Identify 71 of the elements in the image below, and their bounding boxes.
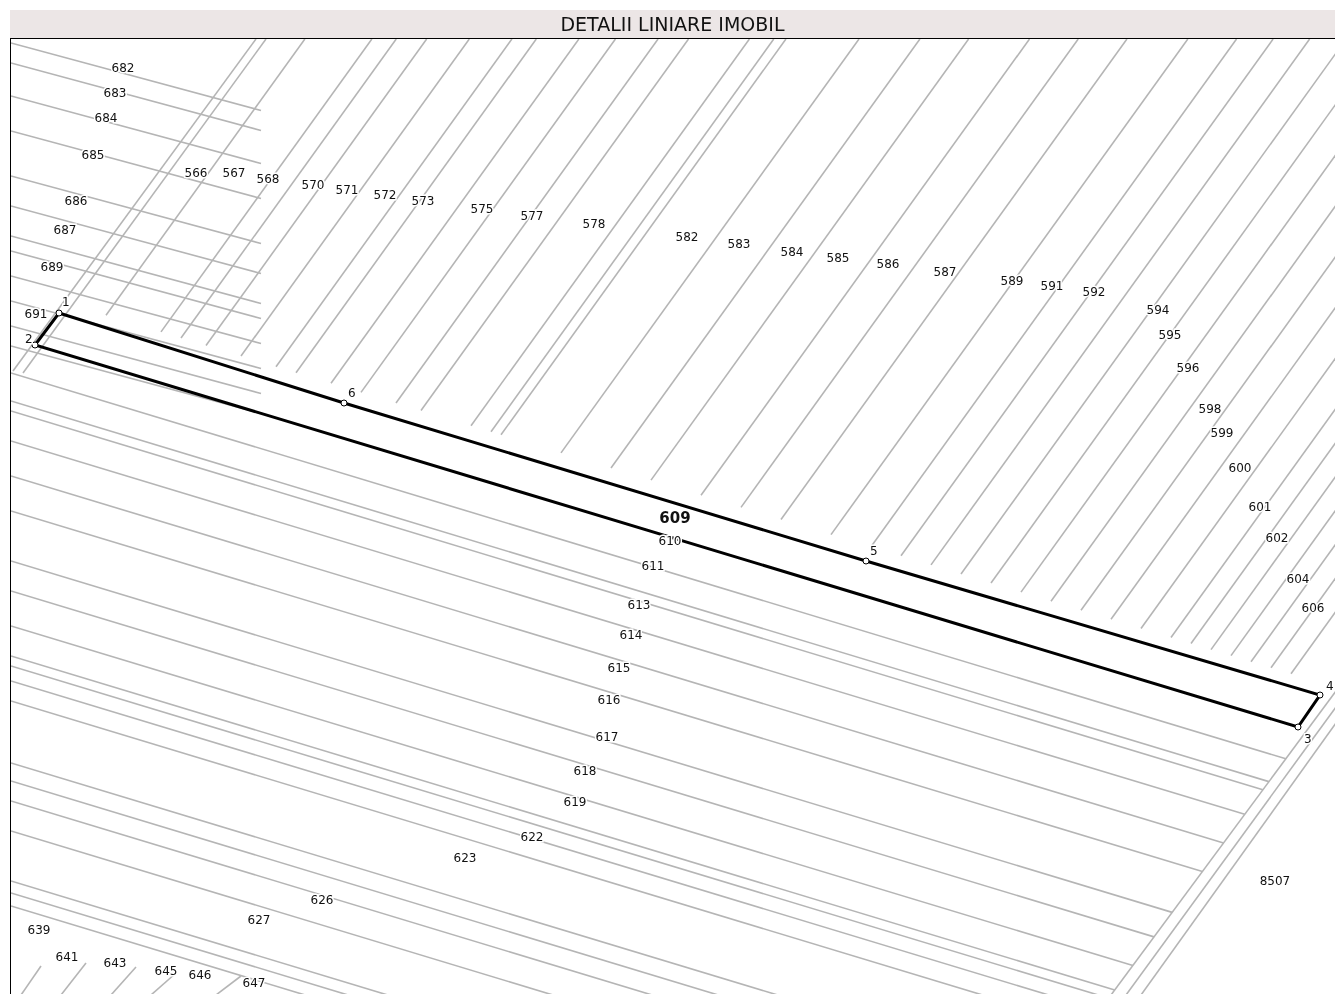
- parcel-number: 582: [675, 230, 699, 244]
- parcel-number: 613: [627, 598, 651, 612]
- parcel-number: 589: [1000, 274, 1024, 288]
- parcel-number: 592: [1082, 285, 1106, 299]
- parcel-number: 570: [301, 178, 325, 192]
- parcel-number: 571: [335, 183, 359, 197]
- parcel-number: 604: [1286, 572, 1310, 586]
- parcel-number: 594: [1146, 303, 1170, 317]
- vertex-label: 3: [1304, 732, 1312, 746]
- parcel-number: 626: [310, 893, 334, 907]
- parcel-number: 687: [53, 223, 77, 237]
- parcel-number: 639: [27, 923, 51, 937]
- parcel-number: 641: [55, 950, 79, 964]
- parcel-number: 606: [1301, 601, 1325, 615]
- parcel-number: 691: [24, 307, 48, 321]
- parcel-number: 595: [1158, 328, 1182, 342]
- parcel-number: 600: [1228, 461, 1252, 475]
- parcel-number: 627: [247, 913, 271, 927]
- parcel-number: 622: [520, 830, 544, 844]
- parcel-number: 617: [595, 730, 619, 744]
- parcel-number: 572: [373, 188, 397, 202]
- parcel-number: 586: [876, 257, 900, 271]
- vertex-icon: [862, 557, 870, 565]
- parcel-number: 578: [582, 217, 606, 231]
- parcel-number: 645: [154, 964, 178, 978]
- parcel-number: 599: [1210, 426, 1234, 440]
- parcel-number: 596: [1176, 361, 1200, 375]
- parcel-number: 623: [453, 851, 477, 865]
- parcel-number: 566: [184, 166, 208, 180]
- vertex-icon: [1316, 691, 1324, 699]
- vertex-label: 5: [870, 544, 878, 558]
- vertex-label: 6: [348, 386, 356, 400]
- parcel-number: 614: [619, 628, 643, 642]
- parcel-number: 609: [659, 509, 691, 527]
- parcel-number: 567: [222, 166, 246, 180]
- parcel-number: 684: [94, 111, 118, 125]
- parcel-number: 685: [81, 148, 105, 162]
- vertex-icon: [340, 399, 348, 407]
- parcel-number: 689: [40, 260, 64, 274]
- vertex-icon: [31, 341, 39, 349]
- parcel-number: 598: [1198, 402, 1222, 416]
- parcel-number: 583: [727, 237, 751, 251]
- parcel-number: 577: [520, 209, 544, 223]
- vertex-label: 1: [62, 295, 70, 309]
- parcel-number: 682: [111, 61, 135, 75]
- parcel-number: 584: [780, 245, 804, 259]
- parcel-number: 611: [641, 559, 665, 573]
- vertex-label: 4: [1326, 679, 1334, 693]
- parcel-number: 615: [607, 661, 631, 675]
- parcel-number: 686: [64, 194, 88, 208]
- parcel-number: 618: [573, 764, 597, 778]
- window-title: DETALII LINIARE IMOBIL: [10, 10, 1335, 38]
- parcel-number: 585: [826, 251, 850, 265]
- parcel-number: 602: [1265, 531, 1289, 545]
- vertex-icon: [1294, 723, 1302, 731]
- parcel-number: 683: [103, 86, 127, 100]
- parcel-number: 601: [1248, 500, 1272, 514]
- parcel-number: 575: [470, 202, 494, 216]
- parcel-number: 616: [597, 693, 621, 707]
- parcel-number: 573: [411, 194, 435, 208]
- vertex-icon: [55, 309, 63, 317]
- parcel-number: 568: [256, 172, 280, 186]
- parcel-number: 8507: [1259, 874, 1291, 888]
- parcel-number: 619: [563, 795, 587, 809]
- vertex-label: 2: [25, 332, 33, 346]
- parcel-number: 647: [242, 976, 266, 990]
- parcel-number: 646: [188, 968, 212, 982]
- parcel-number: 591: [1040, 279, 1064, 293]
- parcel-number: 587: [933, 265, 957, 279]
- parcel-number: 610: [658, 534, 682, 548]
- parcel-number: 643: [103, 956, 127, 970]
